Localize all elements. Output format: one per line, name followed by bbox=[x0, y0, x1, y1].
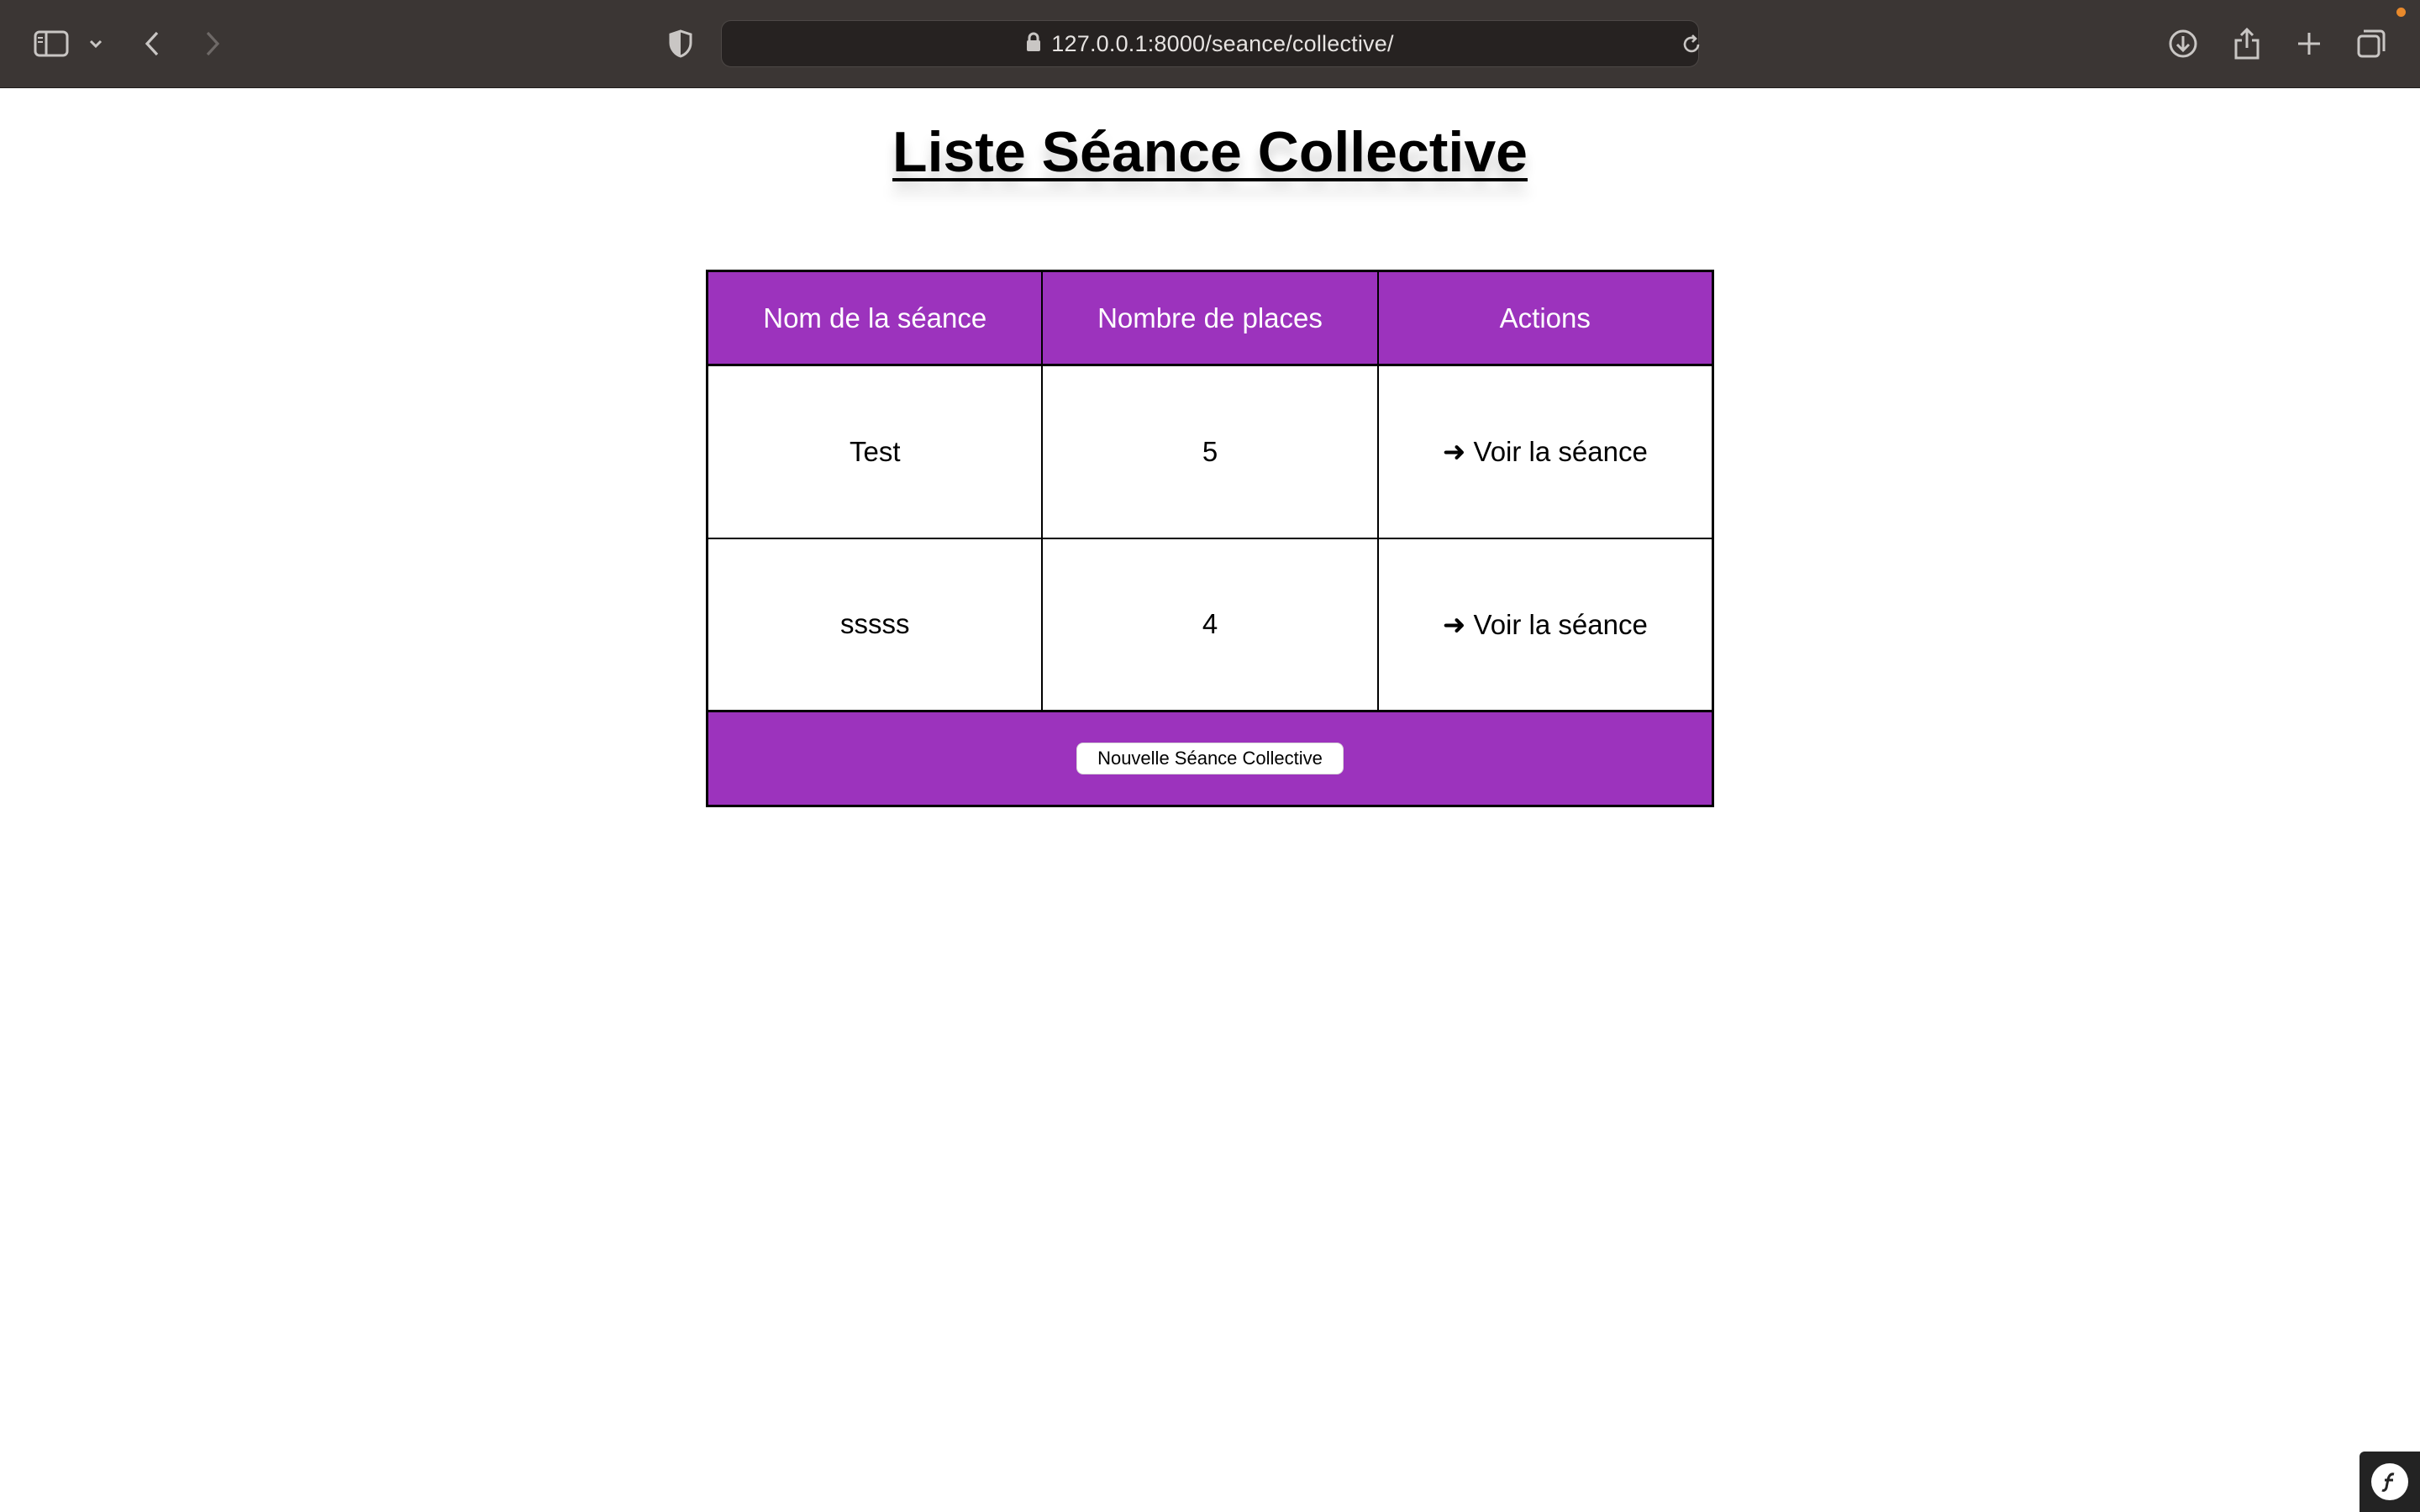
sidebar-icon[interactable] bbox=[32, 27, 71, 60]
browser-toolbar: 127.0.0.1:8000/seance/collective/ bbox=[0, 0, 2420, 88]
share-icon[interactable] bbox=[2230, 25, 2264, 62]
column-header-name: Nom de la séance bbox=[706, 270, 1044, 366]
cell-places: 4 bbox=[1041, 537, 1379, 712]
lock-icon bbox=[1026, 32, 1041, 56]
chevron-left-icon[interactable] bbox=[139, 27, 165, 60]
cell-actions: ➜ Voir la séance bbox=[1376, 537, 1714, 712]
table-row: Test 5 ➜ Voir la séance bbox=[706, 364, 1714, 539]
tabs-icon[interactable] bbox=[2354, 27, 2388, 60]
symfony-icon bbox=[2371, 1463, 2408, 1500]
column-header-places: Nombre de places bbox=[1041, 270, 1379, 366]
address-bar[interactable]: 127.0.0.1:8000/seance/collective/ bbox=[721, 20, 1700, 67]
view-seance-link[interactable]: ➜ Voir la séance bbox=[1443, 609, 1648, 640]
reload-icon[interactable] bbox=[1680, 33, 1703, 56]
shield-icon[interactable] bbox=[666, 29, 696, 59]
page-title: Liste Séance Collective bbox=[892, 120, 1528, 184]
column-header-actions: Actions bbox=[1376, 270, 1714, 366]
notification-dot bbox=[2396, 8, 2406, 17]
table-footer-cell: Nouvelle Séance Collective bbox=[706, 710, 1714, 807]
chevron-right-icon[interactable] bbox=[200, 27, 225, 60]
download-icon[interactable] bbox=[2166, 27, 2200, 60]
chevron-down-icon[interactable] bbox=[87, 34, 104, 54]
cell-places: 5 bbox=[1041, 364, 1379, 539]
url-text: 127.0.0.1:8000/seance/collective/ bbox=[1051, 30, 1394, 56]
symfony-toolbar-toggle[interactable] bbox=[2360, 1452, 2420, 1512]
seances-table: Nom de la séance Nombre de places Action… bbox=[706, 270, 1714, 807]
view-seance-link[interactable]: ➜ Voir la séance bbox=[1443, 436, 1648, 467]
table-row: sssss 4 ➜ Voir la séance bbox=[706, 537, 1714, 712]
cell-seance-name: Test bbox=[706, 364, 1044, 539]
cell-actions: ➜ Voir la séance bbox=[1376, 364, 1714, 539]
page-content: Liste Séance Collective Nom de la séance… bbox=[0, 89, 2420, 1512]
plus-icon[interactable] bbox=[2292, 27, 2326, 60]
new-seance-button[interactable]: Nouvelle Séance Collective bbox=[1076, 743, 1344, 774]
cell-seance-name: sssss bbox=[706, 537, 1044, 712]
table-footer-row: Nouvelle Séance Collective bbox=[706, 710, 1714, 807]
seances-table-wrapper: Nom de la séance Nombre de places Action… bbox=[706, 270, 1714, 807]
table-header-row: Nom de la séance Nombre de places Action… bbox=[706, 270, 1714, 366]
